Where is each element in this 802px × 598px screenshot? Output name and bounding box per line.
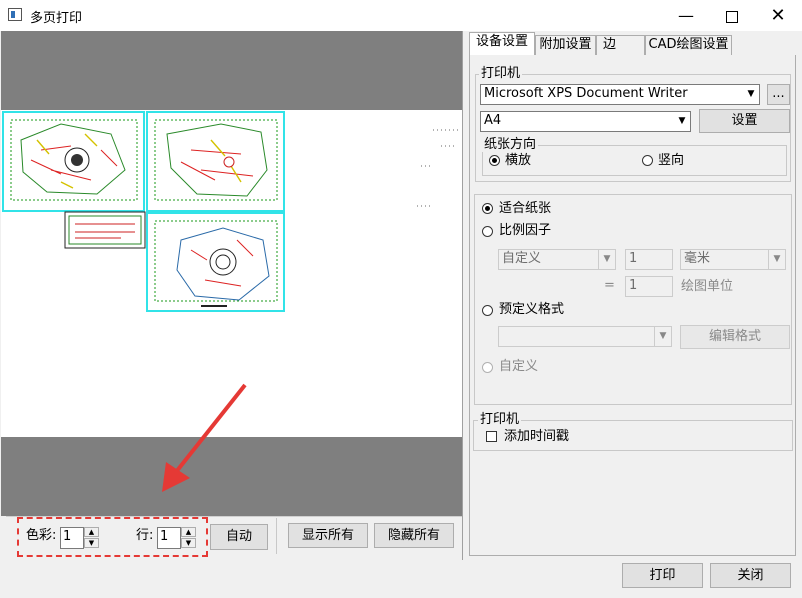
predefined-format-label: 预定义格式 xyxy=(499,302,565,317)
scale-factor-label: 比例因子 xyxy=(499,223,552,238)
row-label: 行: xyxy=(136,528,154,543)
landscape-radio[interactable] xyxy=(489,155,500,166)
paper-size-select[interactable]: A4 ▼ xyxy=(480,111,691,132)
landscape-label: 横放 xyxy=(505,153,532,168)
chevron-down-icon: ▼ xyxy=(654,327,671,346)
chevron-down-icon: ▼ xyxy=(678,116,686,126)
minimize-icon[interactable]: — xyxy=(663,0,709,31)
fit-to-paper-radio[interactable] xyxy=(482,203,493,214)
divider xyxy=(276,518,277,554)
scale-factor-select[interactable]: 自定义 ▼ xyxy=(498,249,616,270)
portrait-radio[interactable] xyxy=(642,155,653,166)
tab-device-settings[interactable]: 设备设置 xyxy=(469,32,535,56)
window-title: 多页打印 xyxy=(30,11,83,26)
row-spinner-down-icon[interactable]: ▼ xyxy=(181,538,196,548)
scale-factor-input[interactable]: 1 xyxy=(625,249,673,270)
maximize-icon[interactable] xyxy=(709,0,755,31)
show-all-button[interactable]: 显示所有 xyxy=(288,523,368,548)
tab-margins[interactable]: 边 xyxy=(596,35,645,55)
predefined-format-radio[interactable] xyxy=(482,305,493,316)
browse-printer-button[interactable]: ... xyxy=(767,84,790,105)
printer-select[interactable]: Microsoft XPS Document Writer ▼ xyxy=(480,84,760,105)
paper-size-value: A4 xyxy=(484,113,502,128)
scale-factor-select-value: 自定义 xyxy=(502,251,542,266)
drawing-units-input[interactable]: 1 xyxy=(625,276,673,297)
close-icon[interactable]: ✕ xyxy=(755,0,801,31)
printer-select-value: Microsoft XPS Document Writer xyxy=(484,86,688,101)
unit-select-value: 毫米 xyxy=(684,251,711,266)
print-button[interactable]: 打印 xyxy=(622,563,703,588)
edit-format-button[interactable]: 编辑格式 xyxy=(680,325,790,349)
chevron-down-icon: ▼ xyxy=(598,250,615,269)
tab-cad-settings[interactable]: CAD绘图设置 xyxy=(645,35,732,55)
timestamp-checkbox[interactable] xyxy=(486,431,497,442)
auto-button[interactable]: 自动 xyxy=(210,524,268,550)
row-spinner-input[interactable]: 1 xyxy=(157,527,181,549)
hide-all-button[interactable]: 隐藏所有 xyxy=(374,523,454,548)
equals-sign: = xyxy=(604,278,615,293)
chevron-down-icon: ▼ xyxy=(768,250,785,269)
unit-select[interactable]: 毫米 ▼ xyxy=(680,249,786,270)
close-button[interactable]: 关闭 xyxy=(710,563,791,588)
divider xyxy=(462,31,463,560)
printer-setup-button[interactable]: 设置 xyxy=(699,109,790,133)
tab-extra-settings[interactable]: 附加设置 xyxy=(535,35,596,55)
scale-factor-radio[interactable] xyxy=(482,226,493,237)
app-icon xyxy=(8,8,22,21)
color-spinner-input[interactable]: 1 xyxy=(60,527,84,549)
row-spinner-up-icon[interactable]: ▲ xyxy=(181,527,196,537)
annotation-arrow-icon xyxy=(162,383,247,492)
drawing-units-label: 绘图单位 xyxy=(681,279,734,294)
color-spinner-up-icon[interactable]: ▲ xyxy=(84,527,99,537)
chevron-down-icon: ▼ xyxy=(747,89,755,99)
orientation-label: 纸张方向 xyxy=(482,137,539,152)
predefined-format-select[interactable]: ▼ xyxy=(498,326,672,347)
portrait-label: 竖向 xyxy=(658,153,685,168)
fit-to-paper-label: 适合纸张 xyxy=(499,201,552,216)
printer-group-label: 打印机 xyxy=(479,66,523,81)
custom-label: 自定义 xyxy=(499,359,539,374)
timestamp-group-label: 打印机 xyxy=(478,412,522,427)
timestamp-label: 添加时间戳 xyxy=(504,429,570,444)
color-spinner-down-icon[interactable]: ▼ xyxy=(84,538,99,548)
custom-radio[interactable] xyxy=(482,362,493,373)
color-label: 色彩: xyxy=(26,528,57,543)
